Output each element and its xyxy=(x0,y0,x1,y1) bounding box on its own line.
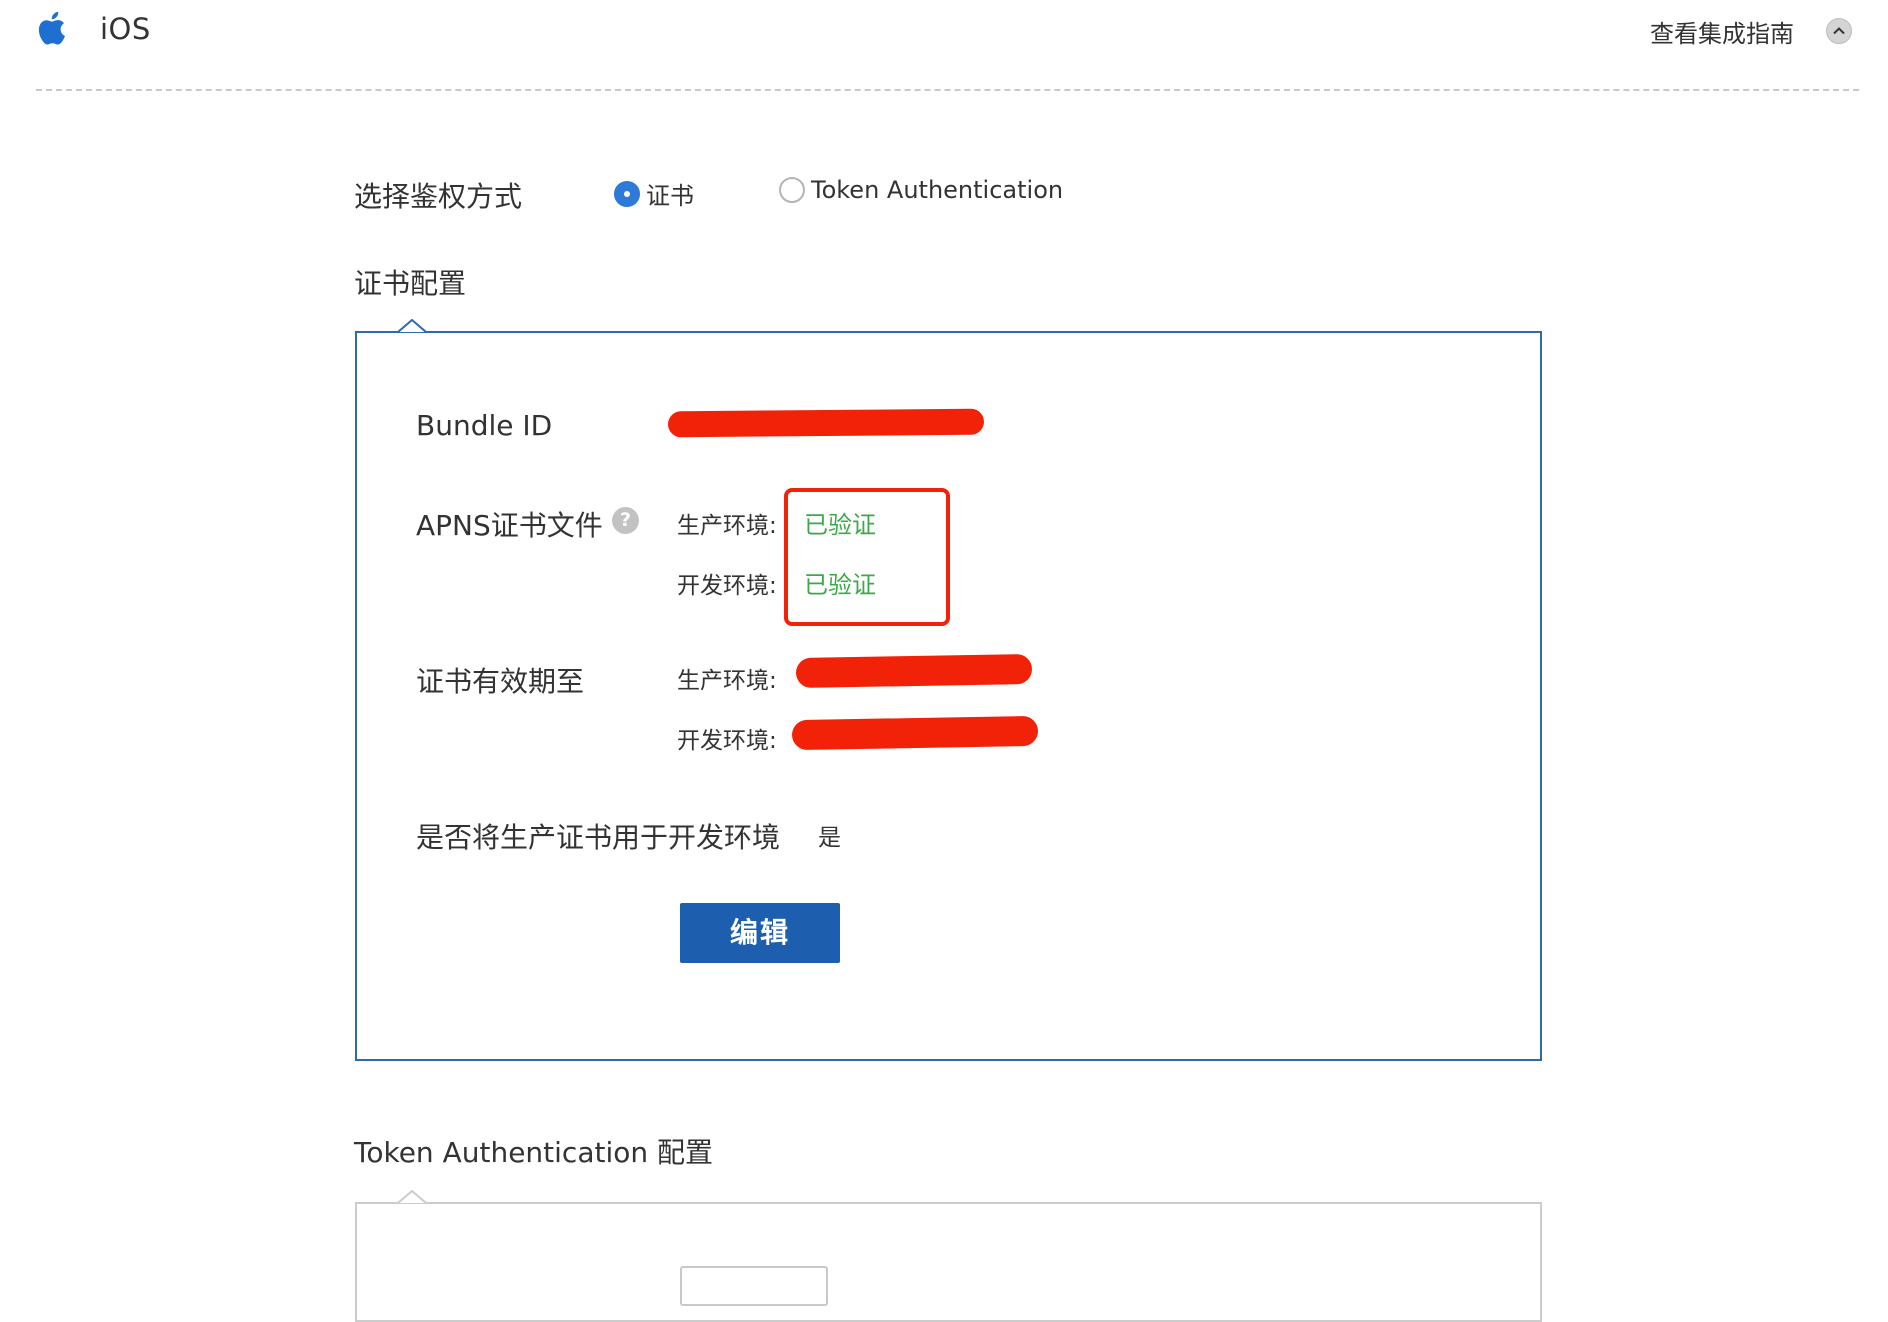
chevron-up-icon xyxy=(1833,27,1845,35)
apple-icon xyxy=(38,11,65,45)
panel-pointer xyxy=(398,1190,426,1204)
platform-title: iOS xyxy=(100,12,151,46)
radio-checked-icon[interactable] xyxy=(614,180,640,207)
edit-button[interactable]: 编辑 xyxy=(680,903,840,963)
auth-option-label: Token Authentication xyxy=(811,176,1064,204)
token-config-button[interactable] xyxy=(680,1266,828,1306)
expiry-env-label: 生产环境: xyxy=(677,668,777,694)
panel-pointer xyxy=(398,319,426,333)
auth-method-label: 选择鉴权方式 xyxy=(354,180,523,213)
certificate-config-title: 证书配置 xyxy=(354,267,467,300)
auth-option-token[interactable]: Token Authentication xyxy=(779,176,1063,204)
header-divider xyxy=(36,89,1859,91)
auth-option-certificate[interactable]: 证书 xyxy=(614,176,694,211)
redaction-mark xyxy=(791,715,1039,751)
use-prod-for-dev-label: 是否将生产证书用于开发环境 xyxy=(416,821,781,854)
highlight-box xyxy=(784,488,950,626)
auth-option-label: 证书 xyxy=(646,182,694,210)
token-config-title: Token Authentication 配置 xyxy=(354,1136,714,1169)
redaction-mark xyxy=(795,653,1033,689)
use-prod-for-dev-value: 是 xyxy=(818,825,841,851)
cert-expiry-label: 证书有效期至 xyxy=(416,665,585,698)
bundle-id-label: Bundle ID xyxy=(416,409,553,442)
redaction-mark xyxy=(667,408,985,438)
radio-unchecked-icon[interactable] xyxy=(779,177,805,203)
apns-env-label: 开发环境: xyxy=(677,573,777,599)
expiry-env-label: 开发环境: xyxy=(677,728,777,754)
apns-cert-label: APNS证书文件 xyxy=(416,509,603,542)
collapse-button[interactable] xyxy=(1826,18,1852,44)
apns-env-label: 生产环境: xyxy=(677,513,777,539)
integration-guide-link[interactable]: 查看集成指南 xyxy=(1650,14,1794,49)
question-mark-icon[interactable]: ? xyxy=(612,507,639,534)
token-config-panel xyxy=(355,1202,1542,1322)
